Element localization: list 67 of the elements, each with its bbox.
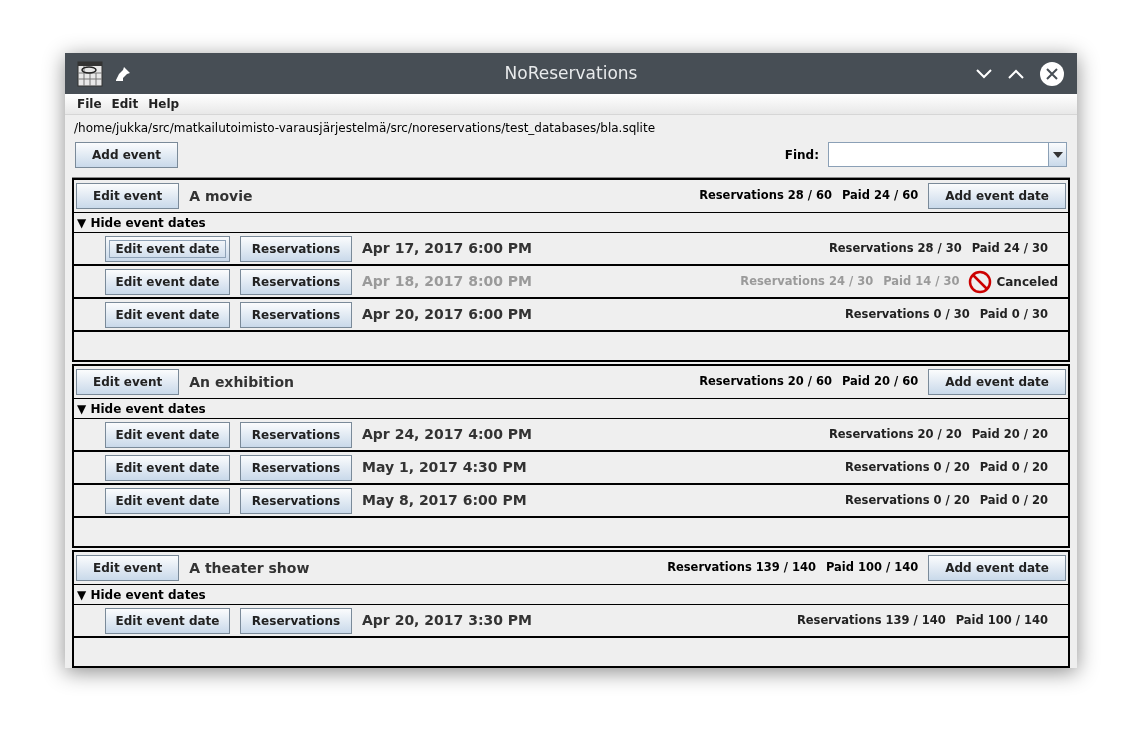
event-name: An exhibition	[189, 372, 295, 392]
window-title: NoReservations	[504, 61, 638, 85]
reservations-button[interactable]: Reservations	[240, 235, 352, 262]
event-date: Apr 17, 2017 6:00 PM	[362, 239, 533, 258]
paid-count: Paid 100 / 140	[825, 559, 919, 577]
menu-item[interactable]: Help	[148, 94, 180, 113]
reservations-button[interactable]: Reservations	[240, 301, 352, 328]
file-path: /home/jukka/src/matkailutoimisto-varausjärjestelmä/src/noreservations/test_databases/bla.sqlite	[73, 119, 657, 137]
hide-dates-toggle[interactable]: ▼ Hide event dates	[74, 585, 1068, 605]
edit-event-date-button[interactable]: Edit event date	[105, 268, 230, 295]
reservations-count: Reservations 0 / 20	[844, 491, 970, 509]
reservations-button[interactable]: Reservations	[240, 421, 352, 448]
reservations-button[interactable]: Reservations	[240, 607, 352, 634]
add-event-button[interactable]: Add event	[75, 141, 179, 168]
reservations-count: Reservations 139 / 140	[796, 611, 946, 629]
reservations-count: Reservations 28 / 30	[828, 239, 962, 257]
reservations-count: Reservations 0 / 20	[844, 458, 970, 476]
edit-event-date-button[interactable]: Edit event date	[105, 487, 230, 514]
edit-event-date-button[interactable]: Edit event date	[105, 421, 230, 448]
reservations-count: Reservations 20 / 20	[828, 425, 962, 443]
hide-dates-toggle[interactable]: ▼ Hide event dates	[74, 213, 1068, 233]
menu-item[interactable]: File	[77, 94, 102, 113]
find-label: Find:	[784, 146, 819, 164]
edit-event-date-button[interactable]: Edit event date	[105, 607, 230, 634]
paid-count: Paid 0 / 20	[979, 458, 1048, 476]
close-icon[interactable]	[1039, 60, 1065, 87]
edit-event-date-button[interactable]: Edit event date	[105, 235, 230, 262]
edit-event-date-button[interactable]: Edit event date	[105, 301, 230, 328]
event-date: Apr 24, 2017 4:00 PM	[362, 425, 533, 444]
calendar-app-icon	[77, 60, 103, 87]
canceled-label: Canceled	[996, 273, 1058, 291]
reservations-button[interactable]: Reservations	[240, 268, 352, 295]
event-date: Apr 18, 2017 8:00 PM	[362, 272, 533, 291]
add-event-date-button[interactable]: Add event date	[928, 555, 1066, 581]
event-date: May 8, 2017 6:00 PM	[362, 491, 527, 510]
menu-item[interactable]: Edit	[111, 94, 139, 113]
reservations-button[interactable]: Reservations	[240, 454, 352, 481]
edit-event-button[interactable]: Edit event	[76, 555, 180, 581]
event-name: A movie	[189, 186, 253, 206]
paid-count: Paid 20 / 20	[971, 425, 1048, 443]
paid-count: Paid 24 / 30	[971, 239, 1048, 257]
edit-event-button[interactable]: Edit event	[76, 369, 180, 395]
paid-count: Paid 24 / 60	[841, 187, 919, 205]
event-date: Apr 20, 2017 6:00 PM	[362, 305, 533, 324]
add-event-date-button[interactable]: Add event date	[928, 369, 1066, 395]
reservations-count: Reservations 0 / 30	[844, 305, 970, 323]
reservations-button[interactable]: Reservations	[240, 487, 352, 514]
hide-dates-toggle[interactable]: ▼ Hide event dates	[74, 399, 1068, 419]
add-event-date-button[interactable]: Add event date	[928, 183, 1066, 209]
dropdown-arrow-icon[interactable]	[1052, 151, 1063, 158]
reservations-count: Reservations 24 / 30	[740, 272, 874, 290]
reservations-count: Reservations 28 / 60	[699, 187, 832, 205]
maximize-icon[interactable]	[1007, 67, 1025, 80]
reservations-count: Reservations 139 / 140	[667, 559, 816, 577]
paid-count: Paid 0 / 20	[979, 491, 1048, 509]
event-name: A theater show	[189, 558, 310, 578]
reservations-count: Reservations 20 / 60	[699, 373, 832, 391]
event-date: May 1, 2017 4:30 PM	[362, 458, 527, 477]
paid-count: Paid 20 / 60	[841, 373, 919, 391]
prohibited-icon	[968, 269, 993, 294]
paid-count: Paid 0 / 30	[979, 305, 1048, 323]
paid-count: Paid 100 / 140	[955, 611, 1048, 629]
edit-event-date-button[interactable]: Edit event date	[105, 454, 230, 481]
edit-event-button[interactable]: Edit event	[76, 183, 180, 209]
minimize-icon[interactable]	[975, 67, 993, 80]
event-date: Apr 20, 2017 3:30 PM	[362, 611, 533, 630]
paid-count: Paid 14 / 30	[883, 272, 960, 290]
